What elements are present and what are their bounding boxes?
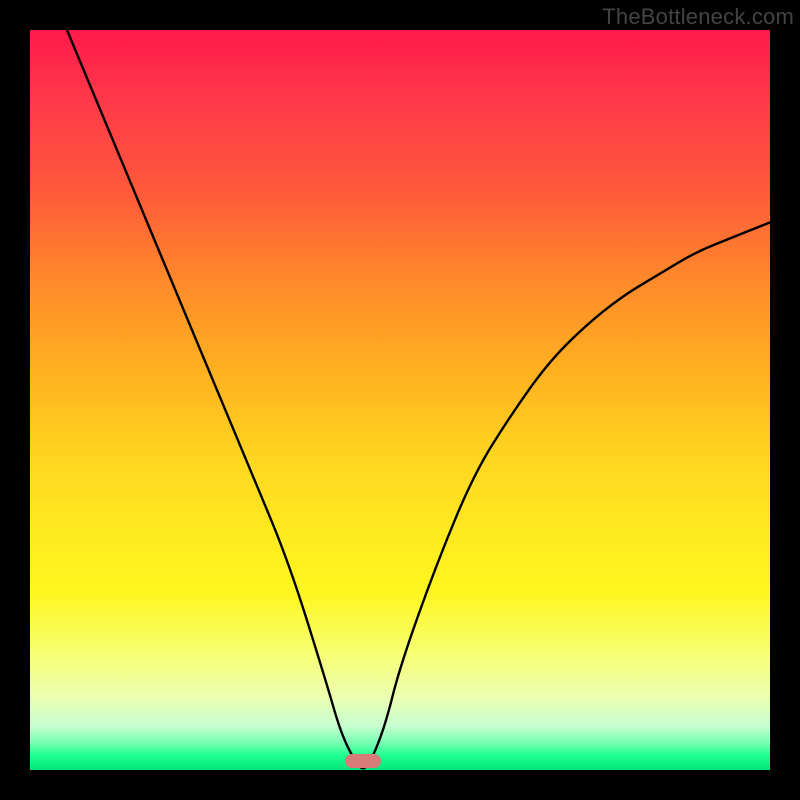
watermark-text: TheBottleneck.com: [602, 4, 794, 30]
chart-frame: TheBottleneck.com: [0, 0, 800, 800]
optimal-marker: [345, 754, 381, 768]
bottleneck-curve: [30, 30, 770, 770]
plot-area: [30, 30, 770, 770]
